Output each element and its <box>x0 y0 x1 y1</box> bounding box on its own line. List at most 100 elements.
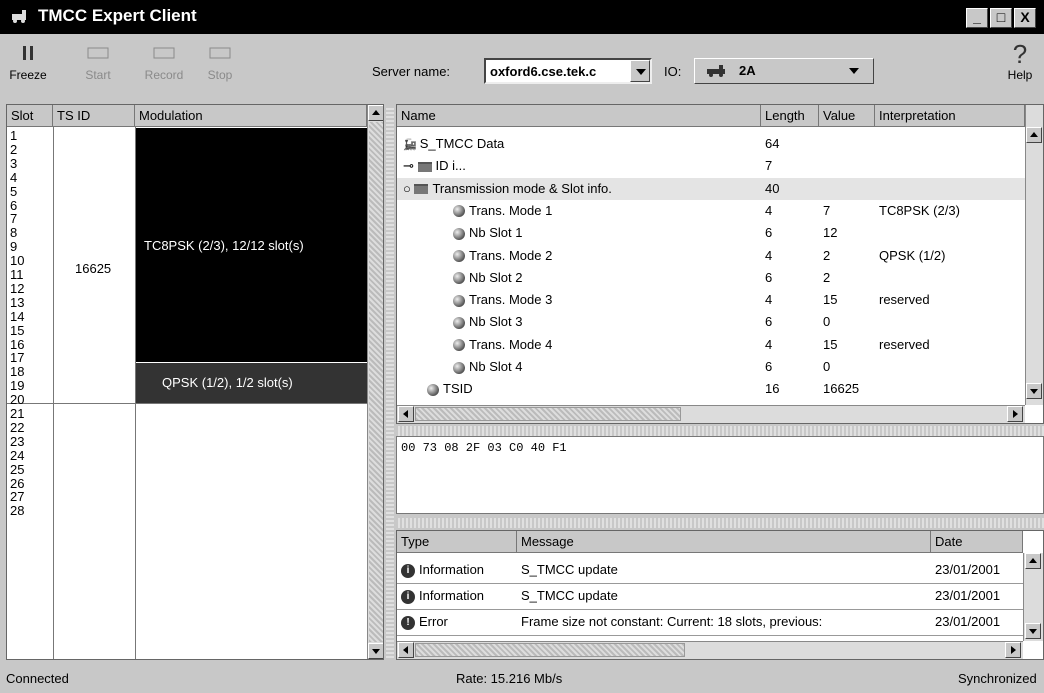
message-row[interactable]: i Information S_TMCC update 23/01/2001 <box>397 585 1023 610</box>
tree-row[interactable]: Nb Slot 3 6 0 <box>397 311 1025 333</box>
tree-horizontal-scrollbar[interactable] <box>397 405 1025 423</box>
help-button[interactable]: ? Help <box>1002 40 1038 82</box>
minimize-button[interactable]: _ <box>966 8 988 28</box>
column-header-message[interactable]: Message <box>517 531 931 553</box>
scroll-thumb[interactable] <box>369 122 383 642</box>
status-bar: Connected Rate: 15.216 Mb/s Synchronized <box>0 664 1044 693</box>
column-header-interpretation[interactable]: Interpretation <box>875 105 1025 127</box>
tree-scroll-right-button[interactable] <box>1007 406 1023 422</box>
messages-table: Type Message Date i Information S_TMCC upd… <box>396 530 1044 660</box>
slot-number: 21 <box>10 406 25 421</box>
server-name-combo[interactable]: oxford6.cse.tek.c <box>484 58 652 84</box>
tree-row-name: 🚂 S_TMCC Data <box>403 136 504 151</box>
scroll-down-button[interactable] <box>368 643 383 659</box>
slot-number: 13 <box>10 294 25 310</box>
tree-row[interactable]: ⊸ ID i... 7 <box>397 155 1025 177</box>
slots-scrollbar[interactable] <box>367 105 383 659</box>
tree-row[interactable]: Nb Slot 1 6 12 <box>397 222 1025 244</box>
maximize-button[interactable]: □ <box>990 8 1012 28</box>
tree-vertical-scrollbar[interactable] <box>1025 105 1043 405</box>
record-label: Record <box>144 68 184 82</box>
modulation-block-2[interactable]: QPSK (1/2), 1/2 slot(s) <box>136 363 367 403</box>
tree-row[interactable]: Trans. Mode 1 4 7 TC8PSK (2/3) <box>397 200 1025 222</box>
help-icon: ? <box>1012 39 1028 69</box>
ball-icon <box>427 383 439 396</box>
column-header-modulation[interactable]: Modulation <box>135 105 367 127</box>
tree-row-value: 16625 <box>823 381 860 397</box>
tree-row-length: 64 <box>765 136 780 151</box>
collapsed-toggle-icon[interactable]: ⊸ <box>403 158 418 173</box>
modulation-2-label: QPSK (1/2), 1/2 slot(s) <box>162 375 293 390</box>
close-button[interactable]: X <box>1014 8 1036 28</box>
messages-scroll-up-button[interactable] <box>1025 553 1041 569</box>
ball-icon <box>453 250 465 263</box>
tree-row-name-text: Nb Slot 4 <box>469 359 523 374</box>
app-icon <box>12 10 26 23</box>
message-type: ! Error <box>401 614 448 630</box>
tree-row[interactable]: Trans. Mode 3 4 15 reserved <box>397 289 1025 311</box>
tree-row[interactable]: Nb Slot 4 6 0 <box>397 356 1025 378</box>
io-chevron-down-icon[interactable] <box>849 68 859 74</box>
tree-row-length: 6 <box>765 269 773 285</box>
slot-number: 10 <box>10 253 25 269</box>
column-header-type[interactable]: Type <box>397 531 517 553</box>
tree-row[interactable]: ○ Transmission mode & Slot info. 40 <box>397 177 1025 200</box>
messages-scroll-right-button[interactable] <box>1005 642 1021 658</box>
tree-row[interactable]: Nb Slot 2 6 2 <box>397 267 1025 289</box>
slot-number: 25 <box>10 461 25 477</box>
vertical-splitter[interactable] <box>386 106 394 660</box>
column-header-length[interactable]: Length <box>761 105 819 127</box>
toolbar: Freeze Start Record Stop Server name: ox… <box>0 34 1044 100</box>
tree-row-length: 4 <box>765 202 773 218</box>
tree-row-name-text: Nb Slot 3 <box>469 314 523 330</box>
slot-number: 12 <box>10 280 25 296</box>
scroll-up-button[interactable] <box>368 105 383 121</box>
message-row[interactable]: i Information S_TMCC update 23/01/2001 <box>397 559 1023 584</box>
ball-icon <box>453 205 465 218</box>
record-button[interactable]: Record <box>140 46 188 82</box>
tree-row-name: Nb Slot 3 <box>453 314 522 329</box>
ball-icon <box>453 227 465 240</box>
horizontal-splitter[interactable] <box>396 426 1044 436</box>
horizontal-splitter[interactable] <box>396 518 1044 528</box>
tree-row[interactable]: TSID 16 16625 <box>397 378 1025 400</box>
io-combo[interactable]: 2A <box>694 58 874 84</box>
column-header-slot[interactable]: Slot <box>7 105 53 127</box>
tree-row[interactable]: 🚂 S_TMCC Data 64 <box>397 133 1025 155</box>
message-row[interactable]: ! Error Frame size not constant: Current: … <box>397 611 1023 636</box>
ball-icon <box>453 316 465 329</box>
modulation-block-1[interactable]: TC8PSK (2/3), 12/12 slot(s) <box>136 128 367 362</box>
tree-row-interp: reserved <box>879 336 930 352</box>
messages-scroll-down-button[interactable] <box>1025 623 1041 639</box>
message-text: S_TMCC update <box>521 588 618 603</box>
train-icon <box>707 65 725 77</box>
messages-horizontal-scrollbar[interactable] <box>397 641 1023 659</box>
tree-row-name: Nb Slot 4 <box>453 359 522 374</box>
tree-scroll-thumb[interactable] <box>415 407 681 421</box>
tree-row[interactable]: Trans. Mode 2 4 2 QPSK (1/2) <box>397 245 1025 267</box>
tree-row[interactable]: Trans. Mode 4 4 15 reserved <box>397 334 1025 356</box>
start-button[interactable]: Start <box>76 46 120 82</box>
stop-button[interactable]: Stop <box>198 46 242 82</box>
column-header-name[interactable]: Name <box>397 105 761 127</box>
slot-number: 14 <box>10 308 25 324</box>
column-header-ts-id[interactable]: TS ID <box>53 105 135 127</box>
tree-row-length: 4 <box>765 336 773 352</box>
messages-scroll-left-button[interactable] <box>398 642 414 658</box>
tree-scroll-left-button[interactable] <box>398 406 414 422</box>
column-header-value[interactable]: Value <box>819 105 875 127</box>
ball-icon <box>453 361 465 374</box>
tree-row-name-text: S_TMCC Data <box>419 136 505 151</box>
expanded-toggle-icon[interactable]: ○ <box>403 181 414 196</box>
column-header-date[interactable]: Date <box>931 531 1023 553</box>
tree-scroll-up-button[interactable] <box>1026 127 1042 143</box>
messages-vertical-scrollbar[interactable] <box>1023 553 1043 641</box>
freeze-button[interactable]: Freeze <box>6 46 50 82</box>
messages-scroll-thumb[interactable] <box>415 643 685 657</box>
tree-row-name: Nb Slot 2 <box>453 270 522 285</box>
tree-row-name: Trans. Mode 2 <box>453 248 552 263</box>
tree-scroll-down-button[interactable] <box>1026 383 1042 399</box>
tree-row-value: 15 <box>823 336 838 352</box>
tree-row-name: ⊸ ID i... <box>403 158 466 174</box>
chevron-down-icon[interactable] <box>630 60 650 82</box>
